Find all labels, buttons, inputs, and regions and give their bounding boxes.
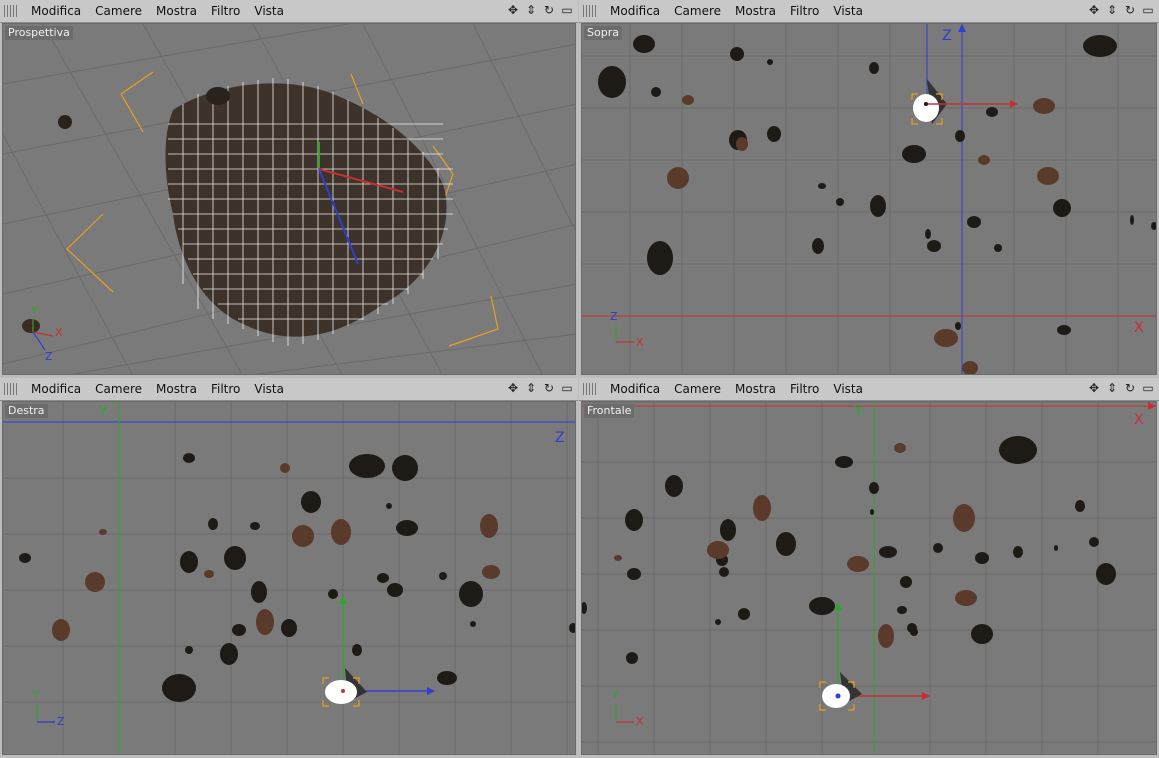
viewport-label: Prospettiva	[5, 26, 73, 40]
axis-y-label: Y	[854, 404, 863, 420]
menu-mostra[interactable]: Mostra	[149, 378, 204, 400]
grip-icon[interactable]	[4, 5, 18, 17]
maximize-icon[interactable]: ▭	[1141, 3, 1155, 17]
viewport-menubar: Modifica Camere Mostra Filtro Vista ✥ ⇕ …	[579, 0, 1159, 23]
zoom-icon[interactable]: ⇕	[524, 3, 538, 17]
menu-filtro[interactable]: Filtro	[783, 378, 826, 400]
viewport-menubar: Modifica Camere Mostra Filtro Vista ✥ ⇕ …	[0, 378, 578, 401]
menu-vista[interactable]: Vista	[826, 378, 870, 400]
menu-filtro[interactable]: Filtro	[204, 0, 247, 22]
zoom-icon[interactable]: ⇕	[1105, 3, 1119, 17]
move-icon[interactable]: ✥	[506, 3, 520, 17]
mini-axis-y-label: Y	[612, 688, 619, 701]
right-scene	[3, 402, 575, 754]
viewport-pane-right: Modifica Camere Mostra Filtro Vista ✥ ⇕ …	[0, 378, 578, 758]
front-scene	[582, 402, 1156, 754]
menu-modifica[interactable]: Modifica	[603, 0, 667, 22]
menu-mostra[interactable]: Mostra	[728, 378, 783, 400]
zoom-icon[interactable]: ⇕	[1105, 381, 1119, 395]
menu-filtro[interactable]: Filtro	[783, 0, 826, 22]
mini-axis-y-label: Y	[33, 688, 40, 701]
menu-modifica[interactable]: Modifica	[24, 378, 88, 400]
menu-modifica[interactable]: Modifica	[24, 0, 88, 22]
maximize-icon[interactable]: ▭	[560, 381, 574, 395]
viewport-pane-perspective: Modifica Camere Mostra Filtro Vista ✥ ⇕ …	[0, 0, 578, 378]
mini-axis-z-label: Z	[610, 310, 618, 323]
viewport-label: Sopra	[584, 26, 622, 40]
menu-camere[interactable]: Camere	[88, 0, 149, 22]
menu-filtro[interactable]: Filtro	[204, 378, 247, 400]
viewport-menubar: Modifica Camere Mostra Filtro Vista ✥ ⇕ …	[0, 0, 578, 23]
mini-axis-x-label: X	[636, 715, 644, 728]
rotate-icon[interactable]: ↻	[542, 3, 556, 17]
menu-vista[interactable]: Vista	[247, 378, 291, 400]
menu-modifica[interactable]: Modifica	[603, 378, 667, 400]
axis-x-label: X	[1134, 412, 1144, 428]
maximize-icon[interactable]: ▭	[560, 3, 574, 17]
maximize-icon[interactable]: ▭	[1141, 381, 1155, 395]
mini-axis-z-label: Z	[45, 350, 53, 363]
axis-z-label: Z	[555, 430, 565, 446]
zoom-icon[interactable]: ⇕	[524, 381, 538, 395]
viewport-label: Destra	[5, 404, 48, 418]
mini-axis-x-label: X	[55, 326, 63, 339]
viewport-pane-front: Modifica Camere Mostra Filtro Vista ✥ ⇕ …	[579, 378, 1159, 758]
rotate-icon[interactable]: ↻	[542, 381, 556, 395]
menu-mostra[interactable]: Mostra	[149, 0, 204, 22]
viewport-label: Frontale	[584, 404, 635, 418]
menu-mostra[interactable]: Mostra	[728, 0, 783, 22]
viewport-top[interactable]: Sopra Z X Z X	[581, 23, 1157, 375]
top-scene	[582, 24, 1156, 374]
viewport-menubar: Modifica Camere Mostra Filtro Vista ✥ ⇕ …	[579, 378, 1159, 401]
viewport-perspective[interactable]: Prospettiva Y X Z	[2, 23, 576, 375]
menu-camere[interactable]: Camere	[667, 378, 728, 400]
mini-axis-z-label: Z	[57, 715, 65, 728]
mini-axis-y-label: Y	[31, 304, 38, 317]
menu-camere[interactable]: Camere	[88, 378, 149, 400]
grip-icon[interactable]	[583, 5, 597, 17]
axis-z-label: Z	[942, 28, 952, 44]
viewport-front[interactable]: Frontale Y X Y X	[581, 401, 1157, 755]
move-icon[interactable]: ✥	[1087, 381, 1101, 395]
mini-axis-x-label: X	[636, 336, 644, 349]
axis-y-label: Y	[99, 404, 108, 420]
move-icon[interactable]: ✥	[506, 381, 520, 395]
grip-icon[interactable]	[4, 383, 18, 395]
perspective-scene	[3, 24, 575, 374]
move-icon[interactable]: ✥	[1087, 3, 1101, 17]
rotate-icon[interactable]: ↻	[1123, 381, 1137, 395]
menu-vista[interactable]: Vista	[247, 0, 291, 22]
rotate-icon[interactable]: ↻	[1123, 3, 1137, 17]
viewport-right[interactable]: Destra Y Z Y Z	[2, 401, 576, 755]
menu-camere[interactable]: Camere	[667, 0, 728, 22]
menu-vista[interactable]: Vista	[826, 0, 870, 22]
grip-icon[interactable]	[583, 383, 597, 395]
axis-x-label: X	[1134, 320, 1144, 336]
viewport-pane-top: Modifica Camere Mostra Filtro Vista ✥ ⇕ …	[579, 0, 1159, 378]
